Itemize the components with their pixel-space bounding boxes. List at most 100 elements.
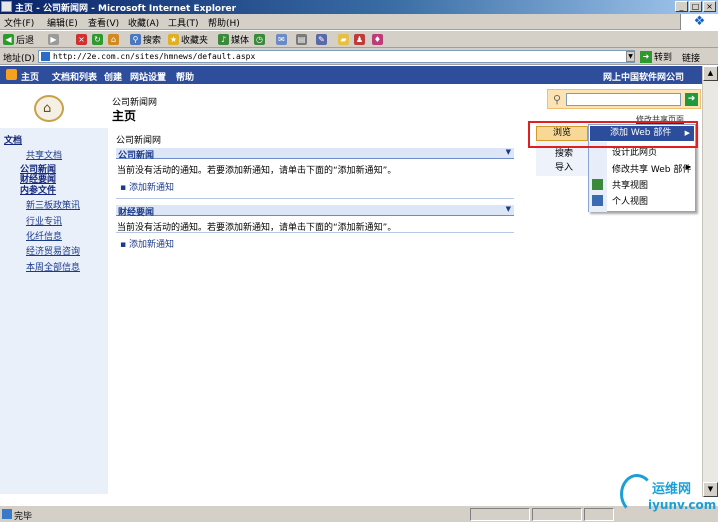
search-icon: ⚲ [553, 93, 562, 106]
brand-en: iyunv.com [648, 498, 717, 512]
status-cell [470, 508, 530, 521]
refresh-icon: ↻ [92, 34, 103, 45]
mail-button[interactable]: ✉ [276, 33, 287, 46]
print-button[interactable]: ▤ [296, 33, 307, 46]
menu-item-shared-view[interactable]: 共享视图 [612, 178, 648, 191]
panel-item-import[interactable]: 导入 [555, 160, 573, 173]
menu-file[interactable]: 文件(F) [4, 16, 34, 29]
leftnav-subitem-3[interactable]: 化纤信息 [26, 229, 62, 242]
forward-arrow-icon: ▶ [48, 34, 59, 45]
menu-bar: 文件(F) 编辑(E) 查看(V) 收藏(A) 工具(T) 帮助(H) [0, 14, 718, 30]
nav-home[interactable]: 主页 [21, 70, 39, 83]
add-link-label: 添加新通知 [128, 240, 174, 250]
webpart-header-company-news[interactable]: 公司新闻 ▼ [116, 148, 514, 161]
house-icon: ⌂ [43, 101, 52, 116]
leftnav-subitem-5[interactable]: 本周全部信息 [26, 260, 80, 273]
menu-help[interactable]: 帮助(H) [208, 16, 240, 29]
webpart-menu-icon[interactable]: ▼ [506, 205, 511, 213]
address-bar: 地址(D) http://2e.com.cn/sites/hmnews/defa… [0, 48, 718, 65]
favorites-button[interactable]: ★ 收藏夹 [168, 33, 208, 46]
folder-icon: ▰ [338, 34, 349, 45]
media-label: 媒体 [231, 36, 250, 46]
webpart-divider [116, 232, 514, 233]
go-arrow-icon: ➜ [640, 50, 652, 63]
zone-caption: 公司新闻网 [116, 136, 162, 146]
go-label: 转到 [654, 53, 673, 63]
research-icon: ♦ [372, 34, 383, 45]
address-dropdown-icon[interactable]: ▼ [626, 51, 635, 62]
status-text: 完毕 [14, 512, 33, 522]
webpart-header-finance-news[interactable]: 财经要闻 ▼ [116, 205, 514, 218]
shared-view-icon [592, 179, 603, 190]
leftnav-internal-docs[interactable]: 内参文件 [20, 183, 56, 196]
address-input[interactable]: http://2e.com.cn/sites/hmnews/default.as… [38, 50, 635, 63]
back-button[interactable]: ◀ 后退 [3, 33, 34, 46]
address-label: 地址(D) [3, 54, 35, 64]
status-cell [532, 508, 582, 521]
nav-right-site[interactable]: 网上中国软件网公司 [603, 70, 684, 83]
maximize-button[interactable]: □ [689, 1, 702, 12]
history-button[interactable]: ◷ [254, 33, 265, 46]
forward-button[interactable]: ▶ [48, 33, 59, 46]
nav-site-settings[interactable]: 网站设置 [130, 70, 166, 83]
nav-documents-lists[interactable]: 文档和列表 [52, 70, 97, 83]
brand-cn: 运维网 [652, 482, 692, 497]
nav-help[interactable]: 帮助 [176, 70, 194, 83]
window-titlebar: 主页 - 公司新闻网 - Microsoft Internet Explorer… [0, 0, 718, 14]
webpart-divider [116, 198, 514, 199]
toolbar: ◀ 后退 ▶ × ↻ ⌂ ⚲ 搜索 ★ 收藏夹 ♪ 媒体 ◷ ✉ ▤ ✎ ▰ ♟… [0, 31, 718, 48]
menu-edit[interactable]: 编辑(E) [47, 16, 78, 29]
favorites-label: 收藏夹 [181, 36, 209, 46]
research-button[interactable]: ♦ [372, 33, 383, 46]
watermark-brand: 运维网 iyunv.com [602, 462, 718, 520]
add-announcement-link[interactable]: ▪ 添加新通知 [120, 180, 174, 193]
webpart-title[interactable]: 财经要闻 [118, 205, 154, 218]
search-button[interactable]: ⚲ 搜索 [130, 33, 161, 46]
back-arrow-icon: ◀ [3, 34, 14, 45]
menu-favorites[interactable]: 收藏(A) [128, 16, 159, 29]
leftnav-subitem-4[interactable]: 经济贸易咨询 [26, 244, 80, 257]
menu-item-modify-shared-webparts[interactable]: 修改共享 Web 部件 [612, 162, 691, 175]
media-icon: ♪ [218, 34, 229, 45]
home-button[interactable]: ⌂ [108, 33, 119, 46]
add-link-label: 添加新通知 [128, 183, 174, 193]
stop-button[interactable]: × [76, 33, 87, 46]
search-area: ⚲ ➜ [547, 89, 701, 109]
links-button[interactable]: 链接 [682, 51, 700, 64]
personal-view-icon [592, 195, 603, 206]
search-icon: ⚲ [130, 34, 141, 45]
folder-button[interactable]: ▰ [338, 33, 349, 46]
leftnav-shared-docs[interactable]: 共享文档 [26, 148, 62, 161]
nav-create[interactable]: 创建 [104, 70, 122, 83]
history-icon: ◷ [254, 34, 265, 45]
go-button[interactable]: ➜ 转到 [640, 50, 672, 63]
site-search-input[interactable] [566, 93, 681, 106]
webpart-menu-icon[interactable]: ▼ [506, 148, 511, 156]
sharepoint-nav: 主页 文档和列表 创建 网站设置 帮助 网上中国软件网公司 [0, 66, 711, 84]
site-logo[interactable]: ⌂ [34, 95, 64, 122]
refresh-button[interactable]: ↻ [92, 33, 103, 46]
edit-button[interactable]: ✎ [316, 33, 327, 46]
star-icon: ★ [168, 34, 179, 45]
webpart-title[interactable]: 公司新闻 [118, 148, 154, 161]
menu-item-personal-view[interactable]: 个人视图 [612, 194, 648, 207]
media-button[interactable]: ♪ 媒体 [218, 33, 249, 46]
menu-view[interactable]: 查看(V) [88, 16, 119, 29]
home-icon: ⌂ [108, 34, 119, 45]
ie-page-icon [1, 1, 12, 12]
leftnav-docs-heading[interactable]: 文档 [4, 133, 22, 146]
add-announcement-link[interactable]: ▪ 添加新通知 [120, 237, 174, 250]
highlight-annotation-box [528, 121, 698, 148]
search-go-button[interactable]: ➜ [685, 93, 698, 106]
print-icon: ▤ [296, 34, 307, 45]
leftnav-subitem-2[interactable]: 行业专讯 [26, 214, 62, 227]
scroll-up-icon[interactable]: ▲ [703, 66, 718, 81]
close-button[interactable]: × [703, 1, 716, 12]
minimize-button[interactable]: _ [675, 1, 688, 12]
leftnav-subitem-1[interactable]: 新三板政策讯 [26, 198, 80, 211]
menu-tools[interactable]: 工具(T) [168, 16, 199, 29]
edit-icon: ✎ [316, 34, 327, 45]
messenger-button[interactable]: ♟ [354, 33, 365, 46]
windows-logo-icon: ❖ [680, 14, 718, 30]
vertical-scrollbar[interactable]: ▲ ▼ [702, 66, 718, 497]
